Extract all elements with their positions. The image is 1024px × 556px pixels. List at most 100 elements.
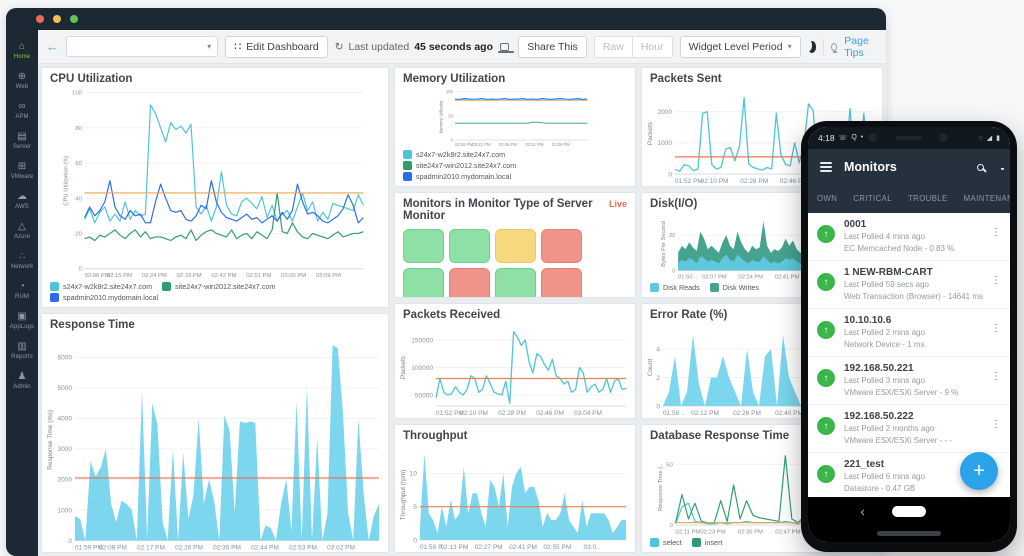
svg-text:Memory Utilizatio..: Memory Utilizatio..	[439, 98, 444, 133]
search-icon[interactable]	[977, 164, 984, 171]
svg-text:01:58 ..: 01:58 ..	[663, 410, 685, 417]
sidebar-item-home[interactable]: ⌂Home	[6, 38, 38, 65]
card-title: Packets Sent	[642, 68, 882, 88]
search-app-icon: Q	[851, 134, 856, 142]
svg-text:50: 50	[448, 113, 453, 118]
tab-maintenance[interactable]: MAINTENANCE	[957, 185, 1010, 213]
sidebar-item-apm[interactable]: ∞APM	[6, 98, 38, 125]
svg-text:02:53 PM: 02:53 PM	[289, 544, 317, 551]
list-item[interactable]: ↑192.168.50.222Last Polled 2 months agoV…	[808, 405, 1010, 453]
screenshot-root: ⌂Home ⊕Web ∞APM ▤Server ⊞VMware ☁AWS △Azure ∴Ne…	[0, 0, 1024, 556]
last-polled: Last Polled 59 secs ago	[844, 280, 988, 289]
legend-swatch	[162, 282, 171, 291]
monitor-tile-down[interactable]	[541, 229, 582, 263]
close-button[interactable]	[36, 15, 44, 23]
dashboard-select[interactable]: ▾	[66, 36, 218, 57]
dark-mode-moon-icon[interactable]	[808, 41, 817, 53]
legend-item[interactable]: Disk Reads	[650, 283, 700, 292]
legend-label: Disk Writes	[723, 283, 759, 292]
kebab-menu-icon[interactable]: ⋮	[991, 275, 1001, 286]
svg-text:01:52 PM: 01:52 PM	[675, 178, 703, 185]
card-title: Packets Received	[395, 304, 635, 324]
legend-item[interactable]: insert	[692, 538, 723, 547]
list-item[interactable]: ↑192.168.50.221Last Polled 3 mins agoVMw…	[808, 357, 1010, 405]
add-monitor-fab[interactable]: +	[960, 452, 998, 490]
hour-toggle[interactable]: Hour	[632, 36, 673, 58]
back-arrow-icon[interactable]: ←	[46, 39, 59, 54]
legend-item[interactable]: s24x7-w2k8r2.site24x7.com	[403, 150, 505, 159]
monitor-tile-trouble[interactable]	[495, 229, 536, 263]
nav-home-pill[interactable]	[892, 506, 926, 517]
kebab-menu-icon[interactable]: ⋮	[991, 419, 1001, 430]
kebab-menu-icon[interactable]: ⋮	[991, 323, 1001, 334]
response-time-chart: 010002000300040005000600001:59 PM02:08 P…	[44, 335, 384, 553]
svg-text:02:47 PM: 02:47 PM	[775, 529, 800, 535]
status-up-icon: ↑	[817, 225, 835, 243]
legend-item[interactable]: site24x7-win2012.site24x7.com	[403, 161, 516, 170]
list-item[interactable]: ↑10.10.10.6Last Polled 2 mins agoNetwork…	[808, 309, 1010, 357]
svg-text:Count: Count	[647, 359, 654, 377]
card-title: Throughput	[395, 425, 635, 445]
legend-item[interactable]: site24x7-win2012.site24x7.com	[162, 282, 275, 291]
edit-dashboard-button[interactable]: ∷ Edit Dashboard	[225, 36, 327, 58]
front-camera-left	[868, 133, 877, 142]
svg-text:60: 60	[75, 161, 82, 167]
tab-own[interactable]: OWN	[810, 185, 844, 213]
svg-text:02:35 PM: 02:35 PM	[738, 529, 763, 535]
sidebar-item-aws[interactable]: ☁AWS	[6, 188, 38, 215]
svg-text:3000: 3000	[58, 446, 73, 453]
sidebar-item-applogs[interactable]: ▣AppLogs	[6, 308, 38, 335]
legend-item[interactable]: s24x7-w2k8r2.site24x7.com	[50, 282, 152, 291]
share-device-icon[interactable]	[500, 43, 509, 51]
sidebar-item-vmware[interactable]: ⊞VMware	[6, 158, 38, 185]
tab-critical[interactable]: CRITICAL	[846, 185, 899, 213]
svg-text:40: 40	[75, 196, 82, 202]
kebab-menu-icon[interactable]: ⋮	[991, 227, 1001, 238]
monitor-type-value: Web Transaction (Browser) - 14641 ms	[844, 292, 988, 301]
sidebar-item-web[interactable]: ⊕Web	[6, 68, 38, 95]
hamburger-menu-icon[interactable]	[820, 162, 832, 172]
sidebar-item-admin[interactable]: ♟Admin	[6, 368, 38, 395]
kebab-menu-icon[interactable]: ⋮	[991, 371, 1001, 382]
svg-text:02:17 PM: 02:17 PM	[137, 544, 165, 551]
monitor-tile-down[interactable]	[541, 268, 582, 298]
sidebar-item-server[interactable]: ▤Server	[6, 128, 38, 155]
list-item[interactable]: ↑0001Last Polled 4 mins agoEC Memcached …	[808, 213, 1010, 261]
legend-item[interactable]: spadmin2010.mydomain.local	[403, 172, 511, 181]
monitor-tile-up[interactable]	[403, 268, 444, 298]
svg-text:50000: 50000	[415, 392, 433, 399]
svg-text:0: 0	[670, 523, 674, 529]
sidebar-item-azure[interactable]: △Azure	[6, 218, 38, 245]
monitor-tile-down[interactable]	[449, 268, 490, 298]
legend-item[interactable]: Disk Writes	[710, 283, 759, 292]
last-polled: Last Polled 4 mins ago	[844, 232, 988, 241]
tab-trouble[interactable]: TROUBLE	[901, 185, 955, 213]
sidebar-item-reports[interactable]: ▥Reports	[6, 338, 38, 365]
svg-text:0: 0	[668, 171, 672, 178]
sidebar-item-network[interactable]: ∴Network	[6, 248, 38, 275]
svg-text:20: 20	[75, 232, 82, 238]
svg-text:03:06 PM: 03:06 PM	[552, 142, 571, 147]
svg-text:0: 0	[672, 268, 675, 274]
monitor-tile-up[interactable]	[403, 229, 444, 263]
legend-swatch	[50, 282, 59, 291]
minimize-button[interactable]	[53, 15, 61, 23]
svg-text:01:50 ..: 01:50 ..	[678, 274, 697, 280]
maximize-button[interactable]	[70, 15, 78, 23]
widget-level-period-select[interactable]: Widget Level Period ▾	[680, 36, 801, 58]
raw-toggle[interactable]: Raw	[594, 36, 632, 58]
monitor-tile-up[interactable]	[449, 229, 490, 263]
legend-item[interactable]: spadmin2010.mydomain.local	[50, 293, 158, 302]
page-tips-link[interactable]: Page Tips	[844, 35, 878, 59]
nav-back-icon[interactable]: ‹	[861, 504, 865, 519]
svg-text:Bytes Per Second: Bytes Per Second	[661, 221, 667, 267]
gesture-handle	[877, 531, 941, 536]
list-item[interactable]: ↑1 NEW-RBM-CARTLast Polled 59 secs agoWe…	[808, 261, 1010, 309]
share-this-button[interactable]: Share This	[518, 36, 587, 58]
svg-text:5000: 5000	[58, 385, 73, 392]
sidebar-item-rum[interactable]: ◔RUM	[6, 278, 38, 305]
legend-item[interactable]: select	[650, 538, 682, 547]
refresh-icon[interactable]: ↻	[335, 41, 344, 53]
svg-text:1000: 1000	[58, 507, 73, 514]
monitor-tile-up[interactable]	[495, 268, 536, 298]
